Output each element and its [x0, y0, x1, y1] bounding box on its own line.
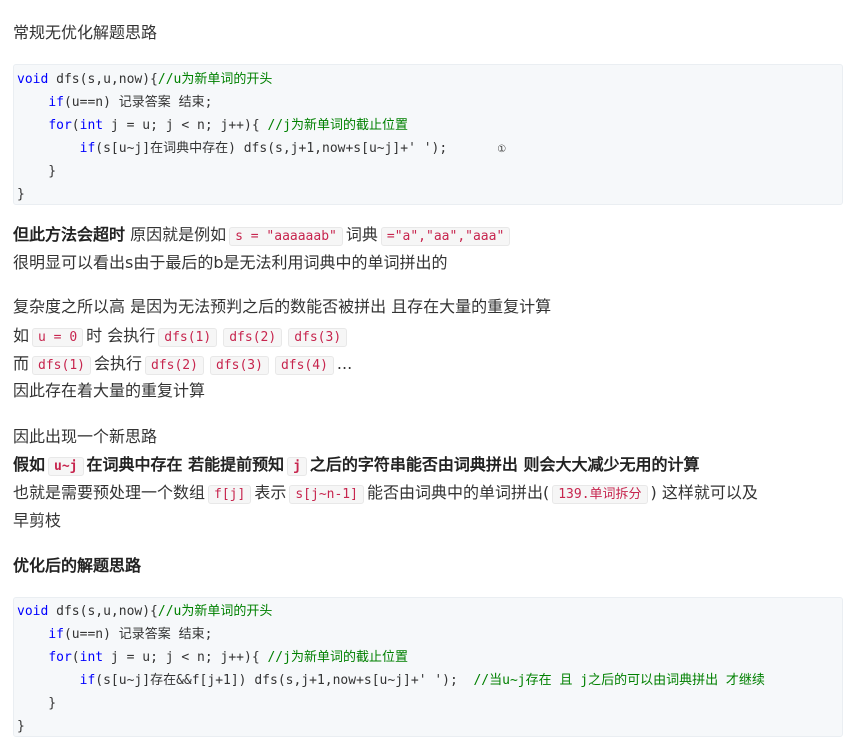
- code-text: j = u; j < n; j++){: [103, 118, 268, 133]
- code-keyword: if: [48, 627, 64, 642]
- code-keyword: if: [79, 141, 96, 156]
- paragraph-new-idea-line4: 早剪枝: [13, 511, 62, 530]
- code-line: }: [17, 696, 57, 711]
- code-block-optimized: void dfs(s,u,now){//u为新单词的开头 if(u==n) 记录…: [13, 597, 843, 737]
- code-keyword: if: [79, 673, 96, 688]
- code-line: }: [17, 164, 57, 179]
- section-heading-unoptimized: 常规无优化解题思路: [13, 23, 158, 42]
- code-keyword: int: [79, 650, 104, 665]
- code-block-unoptimized: void dfs(s,u,now){//u为新单词的开头 if(u==n) 记录…: [13, 64, 843, 205]
- text: 会执行: [93, 354, 142, 373]
- inline-code: s[j~n-1]: [289, 485, 364, 504]
- code-text: (s[u~j]在词典中存在) dfs(s,j+1,now+s[u~j]+' ')…: [95, 141, 448, 156]
- text: 能否由词典中的单词拼出(: [366, 483, 550, 502]
- code-comment: //u为新单词的开头: [157, 72, 273, 87]
- inline-code-link: 139.单词拆分: [552, 485, 648, 504]
- code-line: }: [17, 187, 25, 202]
- code-keyword: for: [48, 118, 72, 133]
- inline-code: j: [287, 457, 307, 476]
- inline-code: s = "aaaaaab": [229, 227, 343, 246]
- text: 词典: [345, 225, 378, 244]
- ellipsis: ...: [336, 354, 353, 373]
- code-line: for(int j = u; j < n; j++){ //j为新单词的截止位置: [14, 114, 842, 137]
- inline-code: dfs(4): [274, 356, 334, 375]
- text: 也就是需要预处理一个数组: [13, 483, 206, 502]
- inline-code: dfs(3): [209, 356, 269, 375]
- text: ) 这样就可以及: [650, 483, 758, 502]
- code-comment: //j为新单词的截止位置: [267, 650, 408, 665]
- text: 表示: [254, 483, 287, 502]
- code-line: if(u==n) 记录答案 结束;: [14, 623, 842, 646]
- inline-code: f[j]: [208, 485, 252, 504]
- code-line: for(int j = u; j < n; j++){ //j为新单词的截止位置: [14, 646, 842, 669]
- code-text: dfs(s,u,now){: [48, 72, 158, 87]
- inline-code: dfs(2): [223, 328, 283, 347]
- inline-code: dfs(1): [158, 328, 218, 347]
- code-line: if(u==n) 记录答案 结束;: [14, 91, 842, 114]
- bold-text: 在词典中存在 若能提前预知: [86, 455, 285, 474]
- paragraph-timeout: 但此方法会超时 原因就是例如 s = "aaaaaab" 词典 ="a","aa","…: [13, 224, 513, 248]
- bold-text: 但此方法会超时: [13, 225, 126, 244]
- text: 原因就是例如: [125, 225, 227, 244]
- paragraph-complexity-line2: 如u = 0时 会执行 dfs(1) dfs(2) dfs(3): [13, 325, 350, 349]
- code-line: if(s[u~j]存在&&f[j+1]) dfs(s,j+1,now+s[u~j…: [14, 669, 842, 692]
- code-text: (: [71, 118, 80, 133]
- bold-text: 假如: [13, 455, 46, 474]
- code-keyword: for: [48, 650, 72, 665]
- code-line: void dfs(s,u,now){//u为新单词的开头: [14, 600, 842, 623]
- code-text: (: [71, 650, 80, 665]
- paragraph-new-idea-line2: 假如 u~j 在词典中存在 若能提前预知 j 之后的字符串能否由词典拼出 则会大大减少无…: [13, 454, 699, 478]
- code-keyword: int: [79, 118, 104, 133]
- section-heading-optimized: 优化后的解题思路: [13, 556, 142, 575]
- paragraph-complexity-line3: 而 dfs(1) 会执行 dfs(2) dfs(3) dfs(4)...: [13, 353, 352, 377]
- paragraph-timeout-line2: 很明显可以看出s由于最后的b是无法利用词典中的单词拼出的: [13, 253, 448, 272]
- code-text: j = u; j < n; j++){: [103, 650, 268, 665]
- code-comment: //当u~j存在 且 j之后的可以由词典拼出 才继续: [473, 673, 765, 688]
- bold-text: 之后的字符串能否由词典拼出 则会大大减少无用的计算: [309, 455, 700, 474]
- code-keyword: if: [48, 95, 64, 110]
- text: 如: [13, 326, 30, 345]
- circled-number-marker: ①: [497, 144, 507, 155]
- text: 而: [13, 354, 30, 373]
- code-keyword: void: [17, 72, 49, 87]
- paragraph-complexity-line4: 因此存在着大量的重复计算: [13, 381, 206, 400]
- code-text: dfs(s,u,now){: [48, 604, 158, 619]
- inline-code: dfs(1): [32, 356, 91, 375]
- code-text: (u==n) 记录答案 结束;: [63, 95, 213, 110]
- paragraph-new-idea-line1: 因此出现一个新思路: [13, 427, 158, 446]
- inline-code: dfs(2): [145, 356, 204, 375]
- inline-code: ="a","aa","aaa": [380, 227, 511, 246]
- code-line: if(s[u~j]在词典中存在) dfs(s,j+1,now+s[u~j]+' …: [14, 137, 842, 160]
- code-line: }: [17, 719, 25, 734]
- code-comment: //u为新单词的开头: [157, 604, 273, 619]
- text: 时 会执行: [86, 326, 156, 345]
- code-line: void dfs(s,u,now){//u为新单词的开头: [14, 68, 842, 91]
- paragraph-new-idea-line3: 也就是需要预处理一个数组 f[j] 表示 s[j~n-1] 能否由词典中的单词拼出(13…: [13, 482, 758, 506]
- code-keyword: void: [17, 604, 49, 619]
- paragraph-complexity-line1: 复杂度之所以高 是因为无法预判之后的数能否被拼出 且存在大量的重复计算: [13, 297, 552, 316]
- code-text: (s[u~j]存在&&f[j+1]) dfs(s,j+1,now+s[u~j]+…: [95, 673, 474, 688]
- inline-code: u~j: [48, 457, 84, 476]
- inline-code: u = 0: [32, 328, 84, 347]
- code-comment: //j为新单词的截止位置: [267, 118, 408, 133]
- inline-code: dfs(3): [288, 328, 348, 347]
- code-text: (u==n) 记录答案 结束;: [63, 627, 213, 642]
